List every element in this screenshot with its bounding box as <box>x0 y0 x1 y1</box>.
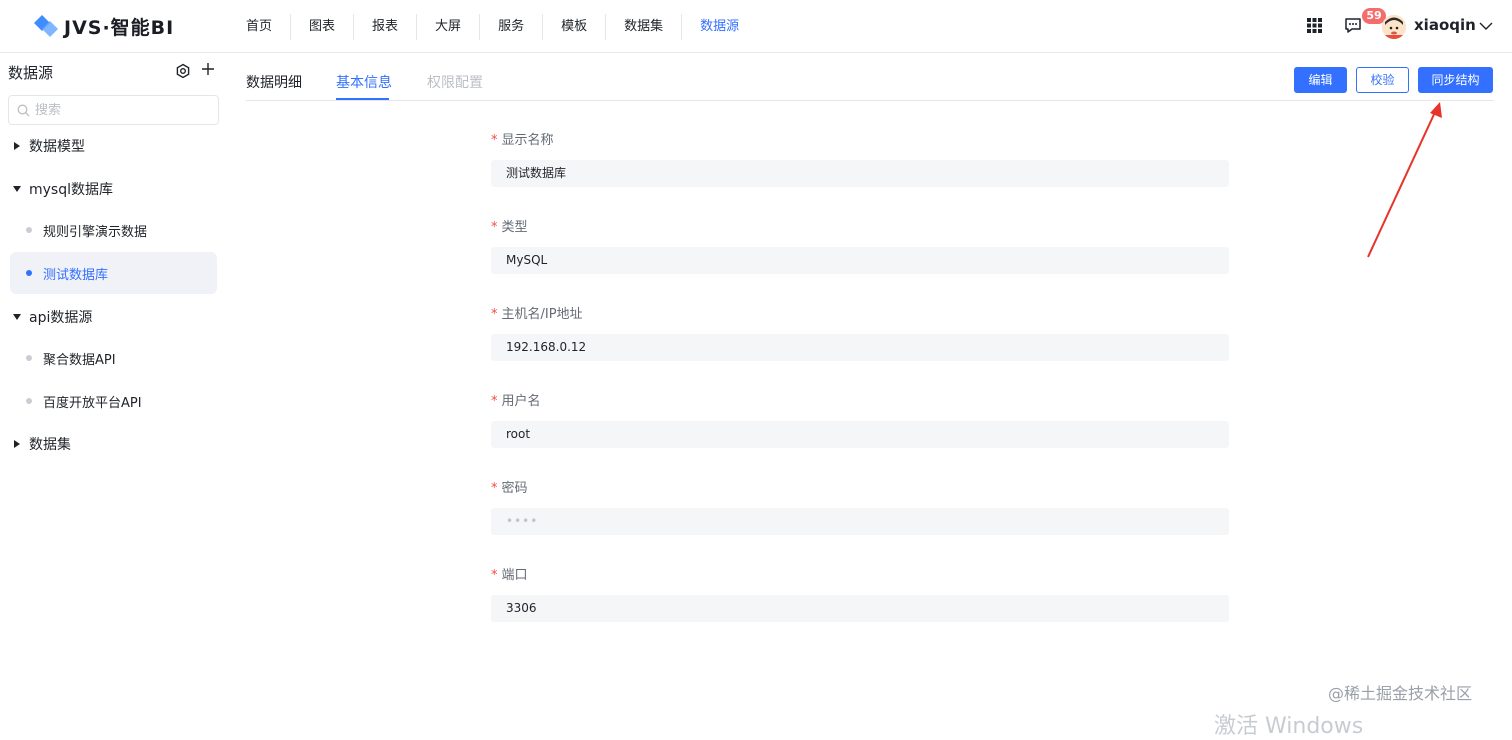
port-field[interactable]: 3306 <box>491 595 1229 622</box>
search-icon <box>17 104 30 116</box>
label-text: 显示名称 <box>501 133 554 148</box>
label-text: 端口 <box>501 568 528 583</box>
nav-services[interactable]: 服务 <box>480 14 544 40</box>
tree-leaf-test-db[interactable]: 测试数据库 <box>10 252 217 294</box>
tree-leaf-label: 聚合数据API <box>43 352 116 368</box>
add-icon[interactable] <box>200 61 216 77</box>
nav-home[interactable]: 首页 <box>228 14 292 40</box>
nav-templates[interactable]: 模板 <box>543 14 607 40</box>
tree-group-label: mysql数据库 <box>29 182 113 198</box>
apps-grid-icon[interactable] <box>1307 18 1322 33</box>
logo-text: JVS·智能BI <box>64 16 175 39</box>
tree-group-datasets[interactable]: 数据集 <box>12 431 71 457</box>
field-label-type: * 类型 <box>491 216 528 235</box>
field-label-username: * 用户名 <box>491 390 541 409</box>
tree-leaf-rule-engine-demo[interactable]: 规则引擎演示数据 <box>10 209 217 251</box>
settings-icon[interactable] <box>175 63 191 79</box>
username[interactable]: xiaoqin <box>1414 16 1476 34</box>
required-mark: * <box>491 307 498 322</box>
active-tab-indicator <box>336 98 389 100</box>
tree-leaf-baidu-api[interactable]: 百度开放平台API <box>10 380 217 422</box>
caret-down-icon <box>13 314 21 320</box>
required-mark: * <box>491 220 498 235</box>
tab-permission[interactable]: 权限配置 <box>427 72 483 92</box>
tab-basic-info[interactable]: 基本信息 <box>336 72 392 92</box>
field-label-host: * 主机名/IP地址 <box>491 303 583 322</box>
host-field[interactable]: 192.168.0.12 <box>491 334 1229 361</box>
main-content: 数据明细 基本信息 权限配置 编辑 校验 同步结构 * 显示名称 测试数据库 * 类… <box>228 54 1512 721</box>
nav-charts[interactable]: 图表 <box>291 14 355 40</box>
edit-button[interactable]: 编辑 <box>1294 67 1347 93</box>
display-name-field[interactable]: 测试数据库 <box>491 160 1229 187</box>
field-label-port: * 端口 <box>491 564 528 583</box>
os-activation-overlay: 激活 Windows <box>1214 714 1364 739</box>
tab-data-detail[interactable]: 数据明细 <box>246 72 302 92</box>
required-mark: * <box>491 481 498 496</box>
label-text: 用户名 <box>501 394 541 409</box>
leaf-dot <box>26 398 32 404</box>
search-input[interactable] <box>35 102 205 118</box>
tree-group-api[interactable]: api数据源 <box>12 304 92 330</box>
logo-icon <box>34 15 58 37</box>
sidebar-title: 数据源 <box>8 64 54 82</box>
field-label-password: * 密码 <box>491 477 528 496</box>
tree-group-label: 数据模型 <box>29 139 85 155</box>
main-nav: 首页 图表 报表 大屏 服务 模板 数据集 数据源 <box>228 14 757 40</box>
leaf-dot <box>26 270 32 276</box>
leaf-dot <box>26 227 32 233</box>
sidebar: 数据源 数据模型 mysql数据库 规则引擎演示数据 测试数据库 <box>0 54 228 721</box>
tree-group-mysql[interactable]: mysql数据库 <box>12 176 113 202</box>
app-logo[interactable]: JVS·智能BI <box>34 12 174 40</box>
tree-leaf-label: 规则引擎演示数据 <box>43 224 148 240</box>
verify-button[interactable]: 校验 <box>1356 67 1409 93</box>
type-field[interactable]: MySQL <box>491 247 1229 274</box>
tree-leaf-label: 测试数据库 <box>43 267 109 283</box>
caret-down-icon <box>13 186 21 192</box>
required-mark: * <box>491 394 498 409</box>
tree-group-label: 数据集 <box>29 437 71 453</box>
required-mark: * <box>491 133 498 148</box>
chevron-down-icon[interactable] <box>1479 19 1493 33</box>
caret-right-icon <box>14 440 20 448</box>
sidebar-search[interactable] <box>8 95 219 125</box>
leaf-dot <box>26 355 32 361</box>
nav-datasources[interactable]: 数据源 <box>682 14 757 40</box>
tree-leaf-label: 百度开放平台API <box>43 395 142 411</box>
field-label-display-name: * 显示名称 <box>491 129 554 148</box>
avatar[interactable] <box>1382 15 1406 39</box>
sync-structure-button[interactable]: 同步结构 <box>1418 67 1493 93</box>
label-text: 主机名/IP地址 <box>501 307 583 322</box>
message-icon[interactable] <box>1344 16 1362 34</box>
avatar-image <box>1382 15 1406 39</box>
password-field[interactable]: •••• <box>491 508 1229 535</box>
nav-screens[interactable]: 大屏 <box>417 14 481 40</box>
username-field[interactable]: root <box>491 421 1229 448</box>
annotation-arrow <box>1367 102 1442 258</box>
tree-group-data-model[interactable]: 数据模型 <box>12 133 85 159</box>
tree-group-label: api数据源 <box>29 310 93 326</box>
required-mark: * <box>491 568 498 583</box>
label-text: 密码 <box>501 481 528 496</box>
top-header: JVS·智能BI 首页 图表 报表 大屏 服务 模板 数据集 数据源 59 xi… <box>0 0 1512 53</box>
nav-reports[interactable]: 报表 <box>354 14 418 40</box>
caret-right-icon <box>14 142 20 150</box>
nav-datasets[interactable]: 数据集 <box>606 14 683 40</box>
label-text: 类型 <box>501 220 528 235</box>
watermark: @稀土掘金技术社区 <box>1328 684 1473 703</box>
tree-leaf-juhe-api[interactable]: 聚合数据API <box>10 337 217 379</box>
